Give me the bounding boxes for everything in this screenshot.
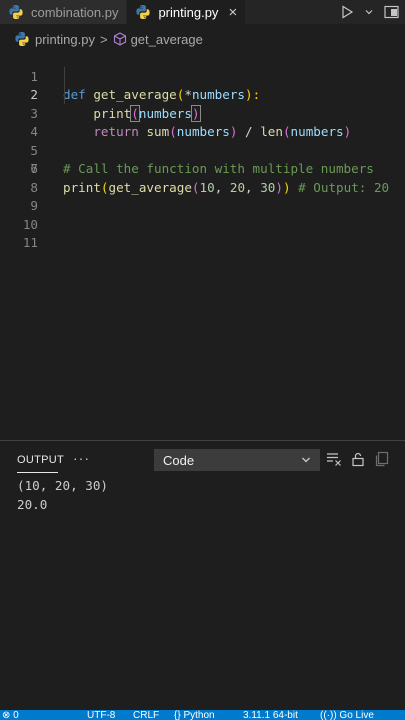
go-live-button[interactable]: ((·)) Go Live — [320, 711, 374, 720]
code-line: 6 print(get_average(10, 20, 30)) # Outpu… — [0, 142, 405, 195]
breadcrumb: printing.py > get_average — [0, 28, 405, 50]
line-number: 11 — [22, 235, 38, 250]
tab-combination[interactable]: combination.py — [0, 0, 128, 24]
editor-actions — [340, 0, 405, 24]
code-line: 11 — [0, 234, 405, 253]
line-number: 9 — [30, 198, 38, 213]
output-text: (10, 20, 30) 20.0 — [17, 477, 108, 514]
python-file-icon — [14, 31, 30, 47]
code-line: 3 return sum(numbers) / len(numbers) — [0, 86, 405, 140]
code-line: 7 — [0, 160, 405, 179]
clear-output-icon[interactable] — [326, 451, 342, 467]
chevron-down-icon — [302, 457, 310, 463]
eol-indicator[interactable]: CRLF — [133, 711, 159, 720]
status-bar: ⊗ 0 UTF-8 CRLF {} Python 3.11.1 64-bit (… — [0, 710, 405, 720]
tab-label: printing.py — [158, 4, 219, 20]
output-channel-select[interactable]: Code — [154, 449, 320, 471]
code-line: 1 def get_average(*numbers): — [0, 49, 405, 103]
tab-label: combination.py — [31, 4, 119, 20]
output-channel-value: Code — [163, 452, 195, 468]
method-icon — [113, 32, 126, 46]
active-tab-indicator — [17, 472, 58, 473]
more-actions-icon[interactable]: ··· — [73, 450, 90, 466]
encoding-indicator[interactable]: UTF-8 — [87, 711, 115, 720]
code-editor[interactable]: 1 def get_average(*numbers): 2 print(num… — [0, 49, 405, 253]
code-line: 2 print(numbers) — [0, 68, 405, 122]
breadcrumb-separator: > — [99, 31, 108, 47]
code-line: 9 — [0, 197, 405, 216]
output-line: 20.0 — [17, 496, 48, 512]
interpreter-indicator[interactable]: 3.11.1 64-bit — [243, 711, 298, 720]
indent-guide — [64, 67, 65, 104]
line-number: 8 — [30, 179, 38, 195]
line-number: 10 — [22, 216, 38, 232]
python-file-icon — [135, 4, 151, 20]
tab-output[interactable]: OUTPUT — [17, 454, 64, 466]
panel-header: OUTPUT ··· Code — [0, 441, 405, 477]
language-indicator[interactable]: {} Python — [174, 711, 215, 720]
close-icon[interactable]: × — [228, 5, 237, 20]
breadcrumb-symbol[interactable]: get_average — [131, 32, 203, 47]
run-icon[interactable] — [340, 5, 354, 19]
tab-printing[interactable]: printing.py × — [127, 0, 247, 24]
output-panel: OUTPUT ··· Code (10, 20, 30) 20.0 — [0, 440, 405, 710]
output-line: (10, 20, 30) — [17, 478, 108, 493]
line-number: 7 — [30, 161, 38, 176]
lock-icon[interactable] — [350, 451, 366, 467]
code-line: 4 — [0, 105, 405, 139]
code-line: 8 — [0, 179, 405, 198]
code-line: 10 — [0, 216, 405, 235]
problems-indicator[interactable]: ⊗ 0 — [2, 711, 19, 720]
chevron-down-icon[interactable] — [364, 7, 374, 17]
panel-actions — [326, 451, 390, 467]
code-line: 5 # Call the function with multiple numb… — [0, 123, 405, 177]
python-file-icon — [8, 4, 24, 20]
breadcrumb-file[interactable]: printing.py — [35, 32, 95, 47]
split-editor-icon[interactable] — [384, 5, 399, 19]
tab-bar: combination.py printing.py × — [0, 0, 405, 24]
copy-icon[interactable] — [374, 451, 390, 467]
